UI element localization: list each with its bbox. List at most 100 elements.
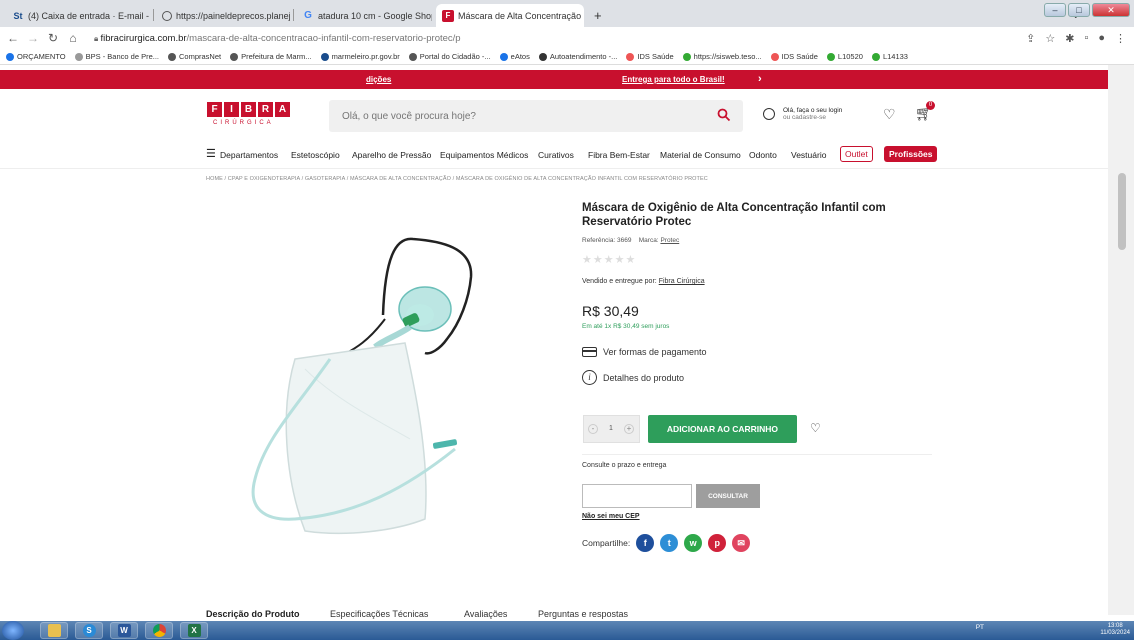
bookmark-item[interactable]: eAtos: [499, 52, 530, 61]
share-page-icon[interactable]: ⇪: [1026, 32, 1035, 45]
bookmark-item[interactable]: IDS Saúde: [626, 52, 674, 61]
brand-link[interactable]: Protec: [660, 237, 679, 244]
start-button[interactable]: [2, 621, 24, 640]
add-to-cart-button[interactable]: ADICIONAR AO CARRINHO: [648, 415, 797, 443]
bookmark-item[interactable]: IDS Saúde: [770, 52, 818, 61]
maximize-button[interactable]: □: [1068, 3, 1090, 17]
minimize-button[interactable]: –: [1044, 3, 1066, 17]
tab-questions[interactable]: Perguntas e respostas: [538, 609, 628, 619]
menu-item[interactable]: Aparelho de Pressão: [352, 150, 431, 160]
menu-item[interactable]: Material de Consumo: [660, 150, 741, 160]
credit-card-icon: [582, 347, 597, 357]
promo-link-delivery[interactable]: Entrega para todo o Brasil!: [622, 75, 725, 84]
bookmark-item[interactable]: marmeleiro.pr.gov.br: [320, 52, 400, 61]
bookmark-star-icon[interactable]: ☆: [1045, 32, 1055, 45]
back-arrow-icon[interactable]: ←: [6, 31, 20, 45]
clock-time: 13:08: [1107, 623, 1123, 629]
rating-stars[interactable]: ★★★★★: [582, 253, 636, 266]
chevron-right-icon[interactable]: ›: [758, 73, 762, 85]
bookmarks-bar: ORÇAMENTO BPS - Banco de Pre... ComprasNet…: [0, 49, 1134, 65]
add-to-wishlist-heart-icon[interactable]: ♡: [810, 421, 821, 435]
taskbar-explorer[interactable]: [40, 622, 68, 639]
cart-count-badge: 0: [926, 101, 935, 110]
product-details-link[interactable]: i Detalhes do produto: [582, 370, 684, 385]
wishlist-heart-icon[interactable]: ♡: [883, 106, 896, 123]
tab-reviews[interactable]: Avaliações: [464, 609, 507, 619]
menu-item[interactable]: Vestuário: [791, 150, 826, 160]
product-price: R$ 30,49: [582, 303, 639, 319]
hamburger-icon[interactable]: ☰: [206, 147, 216, 160]
clock[interactable]: 13:08 11/03/2024: [1100, 623, 1130, 637]
menu-item[interactable]: Fibra Bem-Estar: [588, 150, 650, 160]
search-input[interactable]: [329, 100, 709, 132]
reload-icon[interactable]: ↻: [46, 31, 60, 45]
bookmark-icon: [499, 53, 508, 61]
consult-button[interactable]: CONSULTAR: [696, 484, 760, 508]
tab-separator: [293, 9, 294, 21]
menu-item[interactable]: Curativos: [538, 150, 574, 160]
tab-specifications[interactable]: Especificações Técnicas: [330, 609, 428, 619]
browser-tab[interactable]: St (4) Caixa de entrada · E-mail - m ×: [6, 4, 150, 27]
dont-know-cep-link[interactable]: Não sei meu CEP: [582, 513, 640, 520]
promo-link-left[interactable]: dições: [366, 75, 391, 84]
search-icon[interactable]: [717, 108, 731, 122]
payment-methods-link[interactable]: Ver formas de pagamento: [582, 347, 707, 357]
new-tab-button[interactable]: +: [588, 4, 608, 27]
bookmark-item[interactable]: Portal do Cidadão -...: [408, 51, 491, 61]
seller-link[interactable]: Fibra Cirúrgica: [659, 278, 705, 285]
whatsapp-icon[interactable]: w: [684, 534, 703, 552]
menu-departments[interactable]: Departamentos: [220, 150, 278, 160]
bookmark-label: L14133: [882, 51, 908, 61]
tab-description[interactable]: Descrição do Produto: [206, 609, 300, 619]
menu-outlet[interactable]: Outlet: [840, 146, 873, 162]
taskbar-word[interactable]: W: [110, 622, 138, 639]
menu-item[interactable]: Estetoscópio: [291, 150, 340, 160]
browser-tab[interactable]: https://paineldeprecos.planejam ×: [156, 4, 290, 27]
cart-icon[interactable]: 🛒︎ 0: [915, 101, 935, 122]
bookmark-item[interactable]: ORÇAMENTO: [6, 52, 66, 61]
url-field[interactable]: 🔒︎ fibracirurgica.com.br/mascara-de-alta…: [94, 33, 461, 44]
installments: Em até 1x R$ 30,49 sem juros: [582, 323, 670, 330]
menu-professions[interactable]: Profissões: [884, 146, 938, 162]
bookmark-item[interactable]: L10520: [826, 52, 863, 61]
bookmark-item[interactable]: ComprasNet: [168, 52, 221, 61]
forward-arrow-icon[interactable]: →: [26, 31, 40, 45]
taskbar-chrome[interactable]: [145, 622, 173, 639]
pinterest-icon[interactable]: p: [708, 534, 727, 552]
bookmark-label: ORÇAMENTO: [17, 51, 66, 61]
home-icon[interactable]: ⌂: [66, 31, 80, 45]
twitter-icon[interactable]: t: [660, 534, 679, 552]
seller-info: Vendido e entregue por: Fibra Cirúrgica: [582, 278, 705, 285]
minus-button[interactable]: -: [588, 424, 598, 434]
login-link[interactable]: Olá, faça o seu login ou cadastre-se: [763, 107, 842, 121]
bookmark-item[interactable]: https://sisweb.teso...: [682, 52, 762, 61]
close-window-button[interactable]: ✕: [1092, 3, 1130, 17]
menu-dots-icon[interactable]: ⋮: [1115, 32, 1126, 45]
plus-button[interactable]: +: [624, 424, 634, 434]
browser-tab-active[interactable]: F Máscara de Alta Concentração In ×: [436, 4, 584, 27]
facebook-icon[interactable]: f: [636, 534, 655, 552]
fibra-logo[interactable]: FIBRA CIRÚRGICA: [207, 102, 290, 126]
bookmark-label: Portal do Cidadão -...: [419, 51, 491, 61]
bookmark-item[interactable]: Prefeitura de Marm...: [230, 52, 312, 61]
extensions-puzzle-icon[interactable]: ✱: [1065, 32, 1074, 45]
browser-tab[interactable]: G atadura 10 cm - Google Shoppin ×: [296, 4, 432, 27]
scrollbar-thumb[interactable]: [1118, 173, 1126, 250]
bookmark-item[interactable]: Autoatendimento -...: [538, 52, 617, 61]
cep-input[interactable]: [582, 484, 692, 508]
bookmark-item[interactable]: BPS - Banco de Pre...: [74, 52, 159, 61]
taskbar-skype[interactable]: S: [75, 622, 103, 639]
bookmark-item[interactable]: L14133: [871, 51, 908, 61]
breadcrumb[interactable]: HOME / CPAP E OXIGENOTERAPIA / GASOTERAP…: [206, 176, 708, 182]
menu-item[interactable]: Equipamentos Médicos: [440, 150, 528, 160]
email-icon[interactable]: ✉: [732, 534, 751, 552]
tray-language[interactable]: PT: [976, 624, 984, 631]
page-scrollbar[interactable]: [1108, 65, 1134, 615]
product-image[interactable]: [235, 219, 475, 559]
menu-item[interactable]: Odonto: [749, 150, 777, 160]
profile-icon[interactable]: ●: [1098, 32, 1105, 45]
side-panel-icon[interactable]: ▫: [1084, 32, 1088, 45]
logo-subtitle: CIRÚRGICA: [213, 120, 274, 126]
quantity-value[interactable]: 1: [609, 425, 613, 432]
taskbar-excel[interactable]: X: [180, 622, 208, 639]
